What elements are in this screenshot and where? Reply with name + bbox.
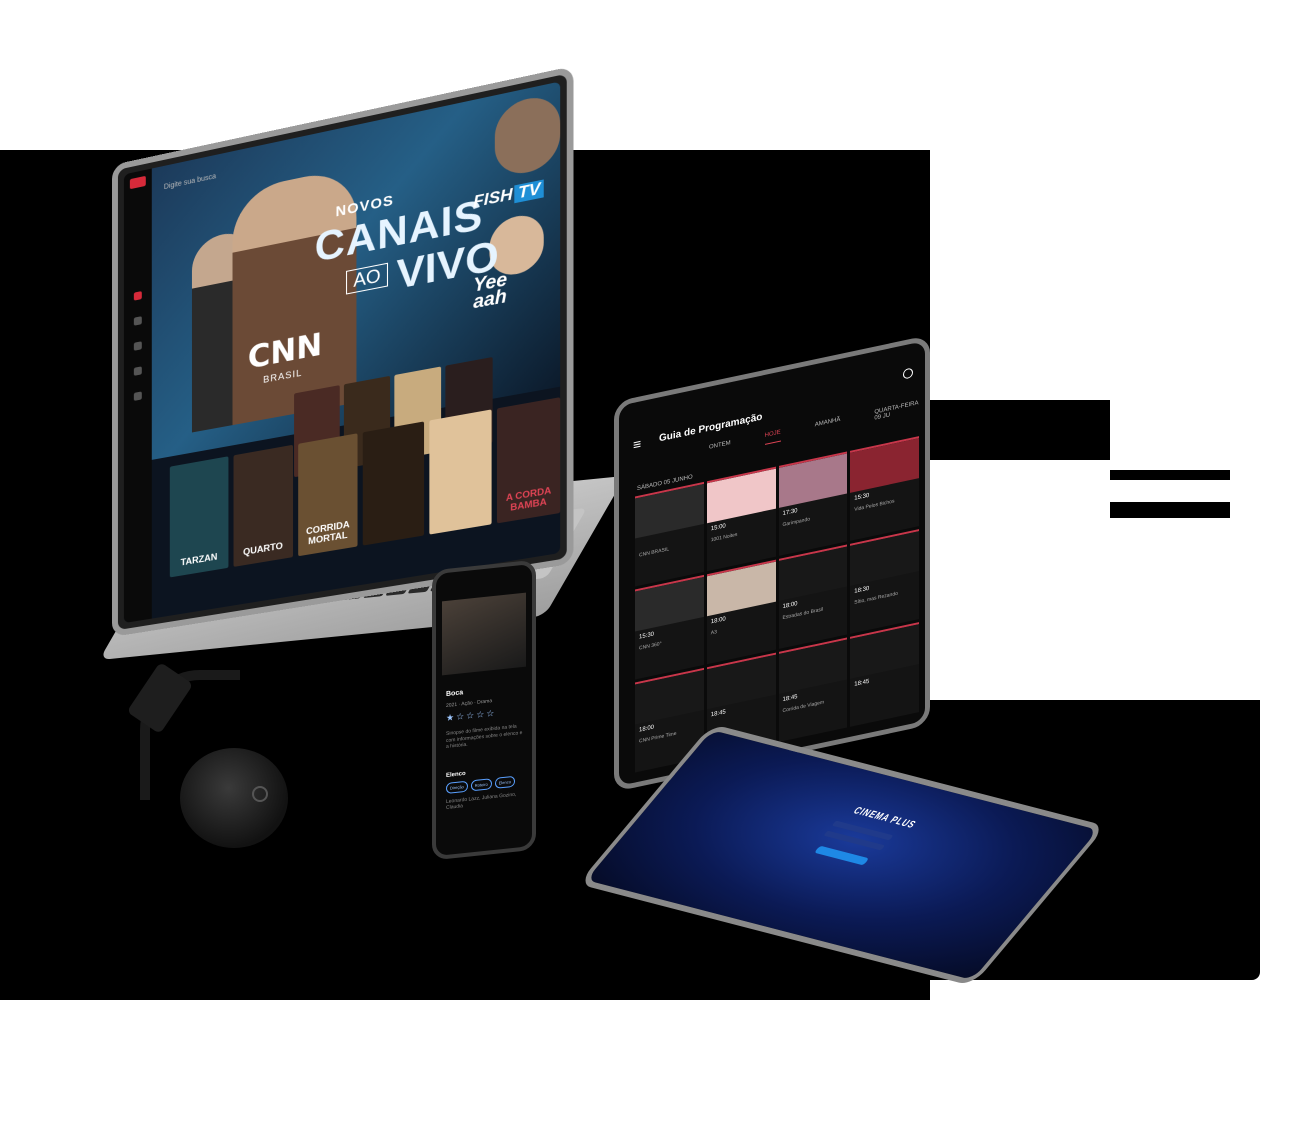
google-logo-icon — [252, 786, 268, 802]
program-cell[interactable]: 15:30 Vida Pelos Bichos — [850, 436, 919, 541]
program-thumbnail — [850, 438, 919, 494]
program-thumbnail — [706, 468, 776, 524]
poster[interactable] — [429, 409, 492, 535]
program-cell[interactable]: 15:30 CNN 360° — [635, 574, 704, 680]
poster-quarto[interactable]: QUARTO — [233, 444, 293, 567]
program-time: 15:30 — [854, 492, 870, 502]
program-thumbnail — [850, 624, 919, 680]
sidebar-live-icon[interactable] — [133, 316, 142, 326]
app-logo-icon — [129, 175, 146, 190]
program-time: 18:45 — [854, 678, 870, 688]
cast-heading: Elenco — [446, 770, 466, 779]
program-time: 15:30 — [639, 631, 655, 641]
program-time: 17:30 — [782, 507, 798, 518]
program-thumbnail — [778, 639, 848, 695]
search-icon[interactable] — [903, 367, 913, 380]
fishtv-logo: FISH TV — [473, 179, 544, 213]
tab-amanha[interactable]: AMANHÃ — [815, 417, 841, 434]
chromecast-device — [180, 748, 288, 848]
poster-corrida[interactable]: CORRIDA MORTAL — [297, 433, 359, 557]
tablet-guide: ≡ Guia de Programação ONTEM HOJE AMANHÃ … — [614, 334, 930, 792]
program-time: 18:45 — [710, 709, 726, 719]
chip[interactable]: Roteiro — [470, 778, 492, 792]
program-cell[interactable]: 18:00 A3 — [706, 559, 776, 665]
tab-ontem[interactable]: ONTEM — [709, 440, 731, 457]
program-cell[interactable]: 18:45 Corrida de Viagem — [778, 637, 848, 743]
poster[interactable] — [363, 421, 425, 546]
tab-quarta[interactable]: QUARTA-FEIRA 09 JU — [874, 400, 919, 421]
program-thumbnail — [635, 576, 704, 633]
program-cell[interactable]: 18:30 Sítio, mas Rezando — [850, 529, 919, 634]
program-name: CNN 360° — [639, 640, 662, 652]
poster-tarzan[interactable]: TARZAN — [169, 456, 229, 578]
chip[interactable]: Elenco — [494, 775, 515, 789]
program-name: Garimpando — [782, 515, 811, 528]
program-name: 1001 Noites — [710, 531, 738, 543]
program-thumbnail — [778, 546, 848, 602]
sidebar-home-icon[interactable] — [133, 291, 142, 301]
login-button[interactable] — [814, 845, 870, 866]
program-thumbnail — [778, 453, 848, 509]
program-cell[interactable]: 18:00 Estradas do Brasil — [778, 544, 848, 650]
movie-hero[interactable] — [442, 592, 526, 676]
laptop-screen: NOVOS CANAIS AO VIVO CNN BRASIL FISH TV Y… — [112, 65, 574, 638]
chip[interactable]: Direção — [446, 780, 468, 794]
program-time: 18:00 — [782, 600, 798, 611]
program-thumbnail — [635, 669, 704, 726]
sidebar-series-icon[interactable] — [133, 366, 142, 376]
program-thumbnail — [706, 654, 776, 710]
program-time: 18:30 — [854, 585, 870, 595]
yeeaah-logo: Yee aah — [473, 268, 508, 313]
program-time: 18:00 — [639, 724, 655, 734]
program-time: 15:00 — [710, 523, 726, 533]
program-cell[interactable]: CNN BRASIL — [635, 481, 704, 587]
rating-stars[interactable]: ★☆☆☆☆ — [446, 708, 496, 724]
cast-list: Leonardo Lazz, Juliana Gozino, Claudia — [446, 791, 517, 811]
program-thumbnail — [706, 561, 776, 617]
program-cell[interactable]: 15:00 1001 Noites — [706, 466, 776, 572]
backdrop-strip — [1110, 470, 1230, 480]
movie-meta: 2021 · Ação · Drama — [446, 698, 493, 709]
menu-icon[interactable]: ≡ — [633, 435, 641, 453]
program-grid: CNN BRASIL 15:00 1001 Noites 17:30 Garimpand… — [635, 436, 919, 773]
program-time: 18:45 — [782, 693, 798, 704]
poster-corda[interactable]: A CORDA BAMBA — [497, 397, 561, 524]
program-cell[interactable]: 18:45 — [850, 622, 919, 727]
backdrop-strip — [930, 400, 1110, 460]
program-thumbnail — [635, 483, 704, 540]
backdrop-strip — [1110, 502, 1230, 518]
movie-title: Boca — [446, 689, 464, 698]
sidebar-movies-icon[interactable] — [133, 341, 142, 351]
sidebar-kids-icon[interactable] — [133, 391, 142, 401]
phone: Boca 2021 · Ação · Drama ★☆☆☆☆ Sinopse d… — [432, 559, 536, 861]
program-name: A3 — [710, 628, 717, 636]
sidebar — [123, 168, 152, 624]
program-name: CNN BRASIL — [639, 545, 670, 559]
program-time: 18:00 — [710, 616, 726, 626]
program-thumbnail — [850, 531, 919, 587]
movie-description: Sinopse do filme exibida na tela com inf… — [446, 723, 523, 750]
presenter-photo — [494, 91, 561, 179]
tab-hoje[interactable]: HOJE — [764, 429, 781, 445]
program-cell[interactable]: 17:30 Garimpando — [778, 451, 848, 557]
